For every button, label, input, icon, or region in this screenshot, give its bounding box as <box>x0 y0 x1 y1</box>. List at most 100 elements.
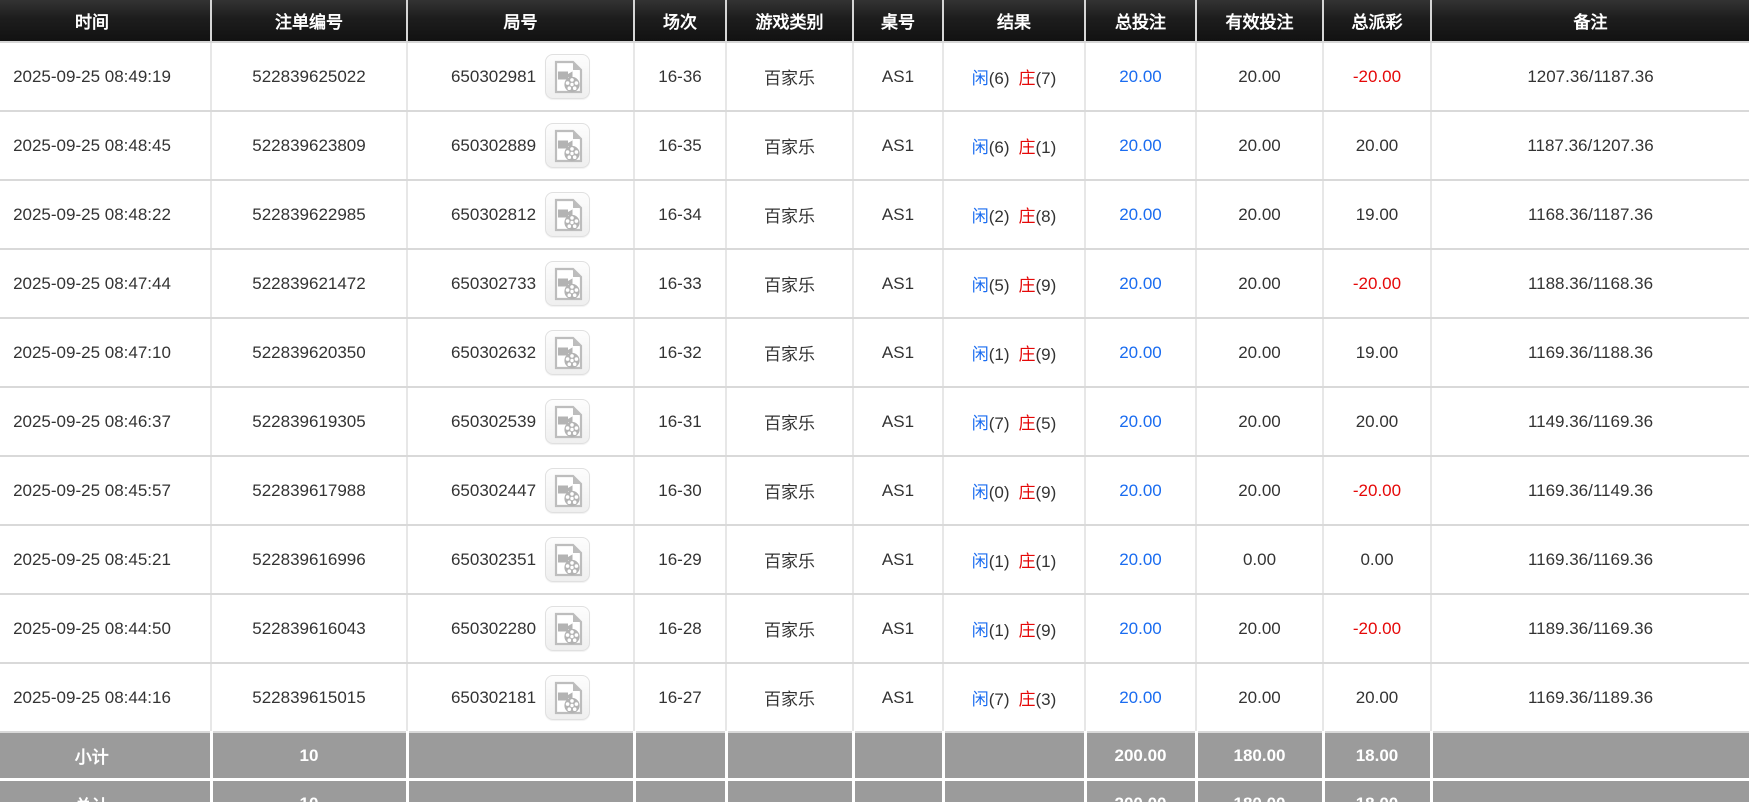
video-replay-button[interactable] <box>545 675 591 720</box>
cell-remark: 1169.36/1149.36 <box>1431 456 1749 526</box>
bet-records-container: 时间 注单编号 局号 场次 游戏类别 桌号 结果 总投注 有效投注 总派彩 备注… <box>0 0 1749 802</box>
subtotal-empty-cell <box>407 732 636 781</box>
cell-time: 2025-09-25 08:48:22 <box>0 180 212 250</box>
video-replay-button[interactable] <box>545 537 591 582</box>
cell-valid-bet: 20.00 <box>1196 456 1324 526</box>
cell-total-bet: 20.00 <box>1085 42 1197 112</box>
cell-session: 16-31 <box>634 387 727 457</box>
grand-total-valid-bet: 180.00 <box>1196 779 1325 802</box>
cell-result: 闲(6) 庄(7) <box>943 42 1086 112</box>
col-header-total-bet: 总投注 <box>1085 0 1197 43</box>
video-file-icon <box>554 543 582 576</box>
subtotal-empty-cell <box>853 732 945 781</box>
cell-round: 650302280 <box>407 594 635 664</box>
cell-time: 2025-09-25 08:47:10 <box>0 318 212 388</box>
cell-table-no: AS1 <box>853 387 944 457</box>
cell-session: 16-35 <box>634 111 727 181</box>
cell-payout: 20.00 <box>1323 387 1432 457</box>
cell-total-bet: 20.00 <box>1085 663 1197 733</box>
subtotal-valid-bet: 180.00 <box>1196 732 1325 781</box>
cell-result: 闲(7) 庄(3) <box>943 663 1086 733</box>
cell-payout: -20.00 <box>1323 249 1432 319</box>
player-result-label: 闲 <box>971 69 989 88</box>
player-result-label: 闲 <box>971 483 989 502</box>
cell-round: 650302632 <box>407 318 635 388</box>
round-id: 650302889 <box>450 135 537 155</box>
cell-valid-bet: 20.00 <box>1196 111 1324 181</box>
cell-remark: 1169.36/1188.36 <box>1431 318 1749 388</box>
cell-table-no: AS1 <box>853 249 944 319</box>
video-replay-button[interactable] <box>545 54 591 99</box>
banker-result-score: (9) <box>1035 276 1057 295</box>
cell-game-type: 百家乐 <box>726 663 854 733</box>
cell-remark: 1189.36/1169.36 <box>1431 594 1749 664</box>
cell-game-type: 百家乐 <box>726 318 854 388</box>
col-header-game-type: 游戏类别 <box>726 0 854 43</box>
cell-game-type: 百家乐 <box>726 180 854 250</box>
cell-valid-bet: 20.00 <box>1196 249 1324 319</box>
header-row: 时间 注单编号 局号 场次 游戏类别 桌号 结果 总投注 有效投注 总派彩 备注 <box>0 0 1749 43</box>
cell-result: 闲(1) 庄(9) <box>943 594 1086 664</box>
cell-table-no: AS1 <box>853 525 944 595</box>
cell-game-type: 百家乐 <box>726 456 854 526</box>
cell-result: 闲(1) 庄(9) <box>943 318 1086 388</box>
video-replay-button[interactable] <box>545 123 591 168</box>
round-id: 650302539 <box>450 411 537 431</box>
cell-session: 16-29 <box>634 525 727 595</box>
cell-payout: -20.00 <box>1323 42 1432 112</box>
banker-result-score: (7) <box>1035 69 1057 88</box>
video-file-icon <box>554 474 582 507</box>
video-replay-button[interactable] <box>545 468 591 513</box>
round-id: 650302632 <box>450 342 537 362</box>
round-id: 650302181 <box>450 687 537 707</box>
cell-valid-bet: 0.00 <box>1196 525 1324 595</box>
cell-total-bet: 20.00 <box>1085 594 1197 664</box>
cell-payout: 20.00 <box>1323 111 1432 181</box>
player-result-score: (1) <box>988 345 1010 364</box>
banker-result-score: (9) <box>1035 483 1057 502</box>
cell-table-no: AS1 <box>853 594 944 664</box>
cell-table-no: AS1 <box>853 111 944 181</box>
banker-result-label: 庄 <box>1018 276 1036 295</box>
video-file-icon <box>554 267 582 300</box>
grand-total-empty-cell <box>943 779 1087 802</box>
grand-total-empty-cell <box>726 779 855 802</box>
video-replay-button[interactable] <box>545 330 591 375</box>
banker-result-label: 庄 <box>1018 69 1036 88</box>
grand-total-empty-cell <box>634 779 728 802</box>
grand-total-empty-cell <box>407 779 636 802</box>
cell-round: 650302181 <box>407 663 635 733</box>
cell-payout: 19.00 <box>1323 318 1432 388</box>
table-row: 2025-09-25 08:47:44 522839621472 6503027… <box>0 249 1749 319</box>
subtotal-count: 10 <box>211 732 409 781</box>
cell-time: 2025-09-25 08:44:50 <box>0 594 212 664</box>
banker-result-score: (3) <box>1035 690 1057 709</box>
col-header-session: 场次 <box>634 0 727 43</box>
cell-table-no: AS1 <box>853 456 944 526</box>
video-replay-button[interactable] <box>545 399 591 444</box>
banker-result-label: 庄 <box>1018 138 1036 157</box>
player-result-score: (7) <box>988 690 1010 709</box>
banker-result-score: (9) <box>1035 345 1057 364</box>
video-replay-button[interactable] <box>545 606 591 651</box>
cell-game-type: 百家乐 <box>726 249 854 319</box>
cell-time: 2025-09-25 08:45:57 <box>0 456 212 526</box>
cell-table-no: AS1 <box>853 318 944 388</box>
cell-total-bet: 20.00 <box>1085 318 1197 388</box>
cell-total-bet: 20.00 <box>1085 456 1197 526</box>
video-replay-button[interactable] <box>545 261 591 306</box>
cell-round: 650302981 <box>407 42 635 112</box>
cell-result: 闲(7) 庄(5) <box>943 387 1086 457</box>
table-row: 2025-09-25 08:44:50 522839616043 6503022… <box>0 594 1749 664</box>
banker-result-score: (1) <box>1035 138 1057 157</box>
cell-result: 闲(2) 庄(8) <box>943 180 1086 250</box>
video-replay-button[interactable] <box>545 192 591 237</box>
grand-total-count: 10 <box>211 779 409 802</box>
cell-time: 2025-09-25 08:46:37 <box>0 387 212 457</box>
col-header-payout: 总派彩 <box>1323 0 1432 43</box>
cell-result: 闲(1) 庄(1) <box>943 525 1086 595</box>
cell-game-type: 百家乐 <box>726 42 854 112</box>
player-result-label: 闲 <box>971 690 989 709</box>
cell-remark: 1188.36/1168.36 <box>1431 249 1749 319</box>
round-id: 650302280 <box>450 618 537 638</box>
